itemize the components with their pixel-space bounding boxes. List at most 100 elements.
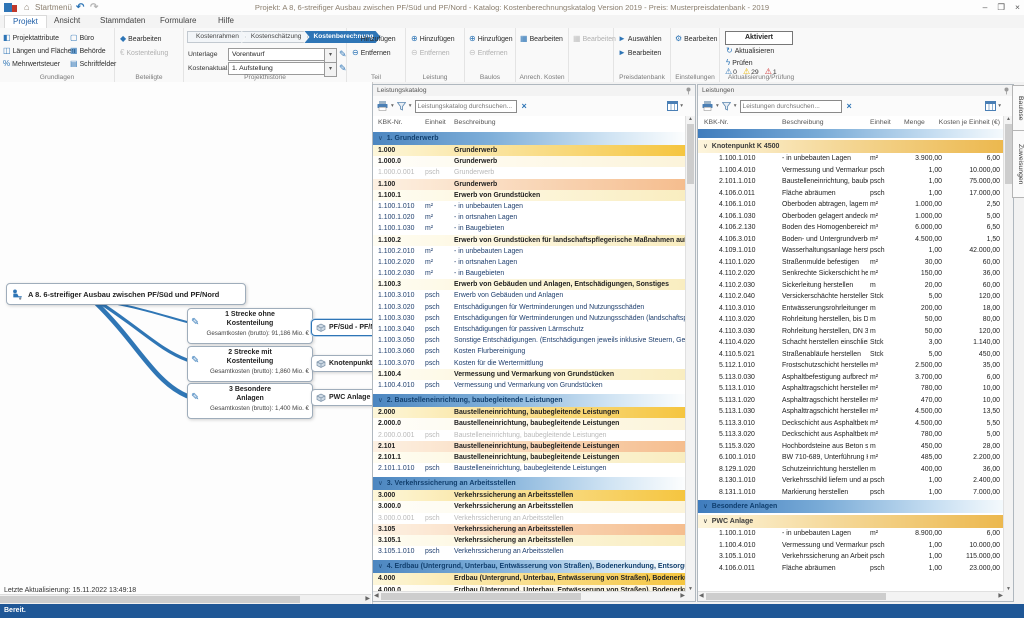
pin-icon[interactable] (1003, 87, 1010, 95)
aktiviert-button[interactable]: Aktiviert (725, 31, 793, 45)
aktualisieren-button[interactable]: ↻Aktualisieren (726, 45, 774, 57)
leistungen-row[interactable]: 5.115.3.020Hochbordsteine aus Beton setz… (698, 441, 1004, 453)
column-header[interactable]: Menge (904, 116, 925, 129)
katalog-horizontal-scrollbar[interactable]: ◀ ▶ (373, 591, 686, 601)
phase-kostenschaetzung[interactable]: Kostenschätzung (242, 31, 309, 43)
tree-node-strecke-ohne[interactable]: ✎ 1 Strecke ohne Kostenteilung Gesamtkos… (187, 308, 313, 344)
chevron-down-icon[interactable]: ▾ (716, 103, 719, 109)
chevron-down-icon[interactable]: ∨ (378, 397, 383, 404)
leistungen-row[interactable]: 1.100.4.010Vermessung und Vermarkung v..… (698, 165, 1004, 177)
baulos-entfernen-button[interactable]: ⊖Entfernen (469, 47, 508, 59)
maximize-button[interactable]: ❐ (997, 0, 1005, 15)
leistungen-row[interactable]: 6.100.1.010BW 710-689, Unterführung K 4.… (698, 452, 1004, 464)
column-header[interactable]: Einheit (425, 116, 446, 129)
katalog-row[interactable]: 2.101Baustelleneinrichtung, baubegleiten… (373, 441, 686, 452)
katalog-row[interactable]: 1.100.1Erwerb von Grundstücken (373, 190, 686, 201)
leistungen-row[interactable]: 5.112.1.010Frostschutzschicht herstellen… (698, 360, 1004, 372)
anrech-kosten-bearbeiten-button[interactable]: ▦Bearbeiten (520, 33, 563, 45)
katalog-row[interactable]: 3.000.0.001pschVerkehrssicherung an Arbe… (373, 513, 686, 524)
mehrwertsteuer-button[interactable]: %Mehrwertsteuer (3, 58, 60, 70)
katalog-row[interactable]: 2.101.1.010pschBaustelleneinrichtung, ba… (373, 463, 686, 474)
print-icon[interactable] (702, 101, 713, 111)
scrollbar-thumb[interactable] (0, 596, 300, 603)
leistungen-row[interactable]: 4.106.3.010Boden- und Untergrundverbess.… (698, 234, 1004, 246)
scrollbar-thumb[interactable] (1005, 124, 1012, 184)
column-chooser-icon[interactable] (985, 101, 996, 111)
tree-leaf-pf-sued-nord[interactable]: PF/Süd - PF/N (311, 319, 373, 336)
katalog-row[interactable]: 1.100.4Vermessung und Vermarkung von Gru… (373, 369, 686, 380)
katalog-row[interactable]: 3.000.0Verkehrssicherung an Arbeitsstell… (373, 501, 686, 512)
katalog-row[interactable]: 2.101.1Baustelleneinrichtung, baubegleit… (373, 452, 686, 463)
leistungen-row[interactable]: 3.105.1.010Verkehrssicherung an Arbeitss… (698, 551, 1004, 563)
close-button[interactable]: × (1015, 0, 1020, 15)
leistungen-row[interactable]: 1.100.1.010- in unbebauten Lagenm²8.900,… (698, 528, 1004, 540)
canvas-horizontal-scrollbar[interactable]: ▶ (0, 594, 371, 604)
katalog-row[interactable]: 3.000Verkehrssicherung an Arbeitsstellen (373, 490, 686, 501)
leistungen-row[interactable]: 5.113.0.030Asphaltbefestigung aufbrechen… (698, 372, 1004, 384)
katalog-row[interactable]: 1.100.4.010pschVermessung und Vermarkung… (373, 380, 686, 391)
katalog-row[interactable]: 1.100.3.070pschKosten für die Wertermitt… (373, 358, 686, 369)
katalog-row[interactable]: 1.100.1.030m²- in Baugebieten (373, 223, 686, 234)
leistungen-group-band[interactable]: ∨Knotenpunkt K 4500 (698, 140, 1004, 153)
home-icon[interactable]: ⌂ (24, 0, 29, 15)
katalog-row[interactable]: 1.100.2.010m²- in unbebauten Lagen (373, 246, 686, 257)
leistungen-row[interactable]: 4.110.2.020Senkrechte Sickerschicht hers… (698, 268, 1004, 280)
teil-hinzufuegen-button[interactable]: ⊕Hinzufügen (352, 33, 396, 45)
column-header[interactable]: KBK-Nr. (704, 116, 729, 129)
katalog-row[interactable]: 1.100.3.040pschEntschädigungen für passi… (373, 324, 686, 335)
katalog-row[interactable]: 1.100.3.020pschEntschädigungen für Wertm… (373, 302, 686, 313)
column-header[interactable]: Einheit (870, 116, 891, 129)
scrollbar-thumb[interactable] (687, 124, 694, 184)
leistungen-group-band[interactable]: ∨Besondere Anlagen (698, 500, 1004, 513)
katalog-row[interactable]: 1.100.1.010m²- in unbebauten Lagen (373, 201, 686, 212)
leistungen-row[interactable]: 5.113.3.010Deckschicht aus Asphaltbeton … (698, 418, 1004, 430)
leistungen-row[interactable]: 8.130.1.010Verkehrsschild liefern und an… (698, 475, 1004, 487)
kostenteilung-button[interactable]: €Kostenteilung (120, 47, 168, 59)
chevron-down-icon[interactable]: ∨ (703, 503, 708, 510)
leistungen-group-band[interactable]: ∨PWC Anlage (698, 515, 1004, 528)
katalog-vertical-scrollbar[interactable]: ▲ ▼ (685, 116, 695, 592)
schriftfelder-button[interactable]: ▤Schriftfelder (70, 58, 116, 70)
katalog-row[interactable]: 2.000.0.001pschBaustelleneinrichtung, ba… (373, 430, 686, 441)
chevron-down-icon[interactable]: ∨ (378, 563, 383, 570)
leistungen-row[interactable]: 4.110.2.040Versickerschächte herstellenS… (698, 291, 1004, 303)
leistungen-row[interactable]: 8.129.1.020Schutzeinrichtung herstellen,… (698, 464, 1004, 476)
dock-tab-baulose[interactable]: Baulose (1012, 85, 1024, 131)
scroll-up-icon[interactable]: ▲ (686, 116, 695, 122)
filter-icon[interactable] (722, 102, 731, 111)
tree-leaf-pwc-anlage[interactable]: PWC Anlage (311, 389, 373, 406)
tree-leaf-knotenpunkt[interactable]: Knotenpunkt K (311, 355, 373, 372)
edit-pencil-icon[interactable]: ✎ (339, 48, 347, 61)
chevron-down-icon[interactable]: ▾ (409, 103, 412, 109)
tree-node-strecke-mit[interactable]: ✎ 2 Strecke mit Kostenteilung Gesamtkost… (187, 346, 313, 382)
column-chooser-icon[interactable] (667, 101, 678, 111)
leistungen-row[interactable]: 4.106.1.010Oberboden abtragen, lagern un… (698, 199, 1004, 211)
startmenu-button[interactable]: Startmenü (35, 0, 72, 15)
column-header[interactable]: Beschreibung (454, 116, 496, 129)
leistungen-row[interactable]: 5.113.1.010Asphalttragschicht herstellen… (698, 383, 1004, 395)
katalog-row[interactable]: 1.100.3.010pschErwerb von Gebäuden und A… (373, 290, 686, 301)
einstellungen-bearbeiten-button[interactable]: ⚙Bearbeiten (675, 33, 718, 45)
scrollbar-thumb[interactable] (381, 593, 581, 600)
leistungen-group-band[interactable] (698, 129, 1004, 138)
tab-ansicht[interactable]: Ansicht (46, 15, 88, 27)
katalog-row[interactable]: 1.100.3Erwerb von Gebäuden und Anlagen, … (373, 279, 686, 290)
katalog-row[interactable]: 1.000.0.001pschGrunderwerb (373, 167, 686, 178)
katalog-search-input[interactable] (415, 100, 517, 113)
scroll-right-icon[interactable]: ▶ (998, 592, 1003, 601)
projektattribute-button[interactable]: ◧Projektattribute (3, 32, 59, 44)
katalog-row[interactable]: 1.100.1.020m²- in ortsnahen Lagen (373, 212, 686, 223)
clear-search-icon[interactable]: × (522, 101, 527, 111)
katalog-row[interactable]: 3.105Verkehrssicherung an Arbeitsstellen (373, 524, 686, 535)
teil-entfernen-button[interactable]: ⊖Entfernen (352, 47, 391, 59)
scroll-left-icon[interactable]: ◀ (699, 592, 704, 601)
beteiligte-bearbeiten-button[interactable]: ◆Bearbeiten (120, 33, 162, 45)
katalog-row[interactable]: 1.100.3.050pschSonstige Entschädigungen.… (373, 335, 686, 346)
scrollbar-thumb[interactable] (706, 593, 886, 600)
print-icon[interactable] (377, 101, 388, 111)
chevron-down-icon[interactable]: ▾ (998, 103, 1001, 109)
behoerde-button[interactable]: ▦Behörde (70, 45, 106, 57)
katalog-row[interactable]: 2.000Baustelleneinrichtung, baubegleiten… (373, 407, 686, 418)
leistungen-row[interactable]: 4.110.3.020Rohrleitung herstellen, bis D… (698, 314, 1004, 326)
leistungen-search-input[interactable] (740, 100, 842, 113)
